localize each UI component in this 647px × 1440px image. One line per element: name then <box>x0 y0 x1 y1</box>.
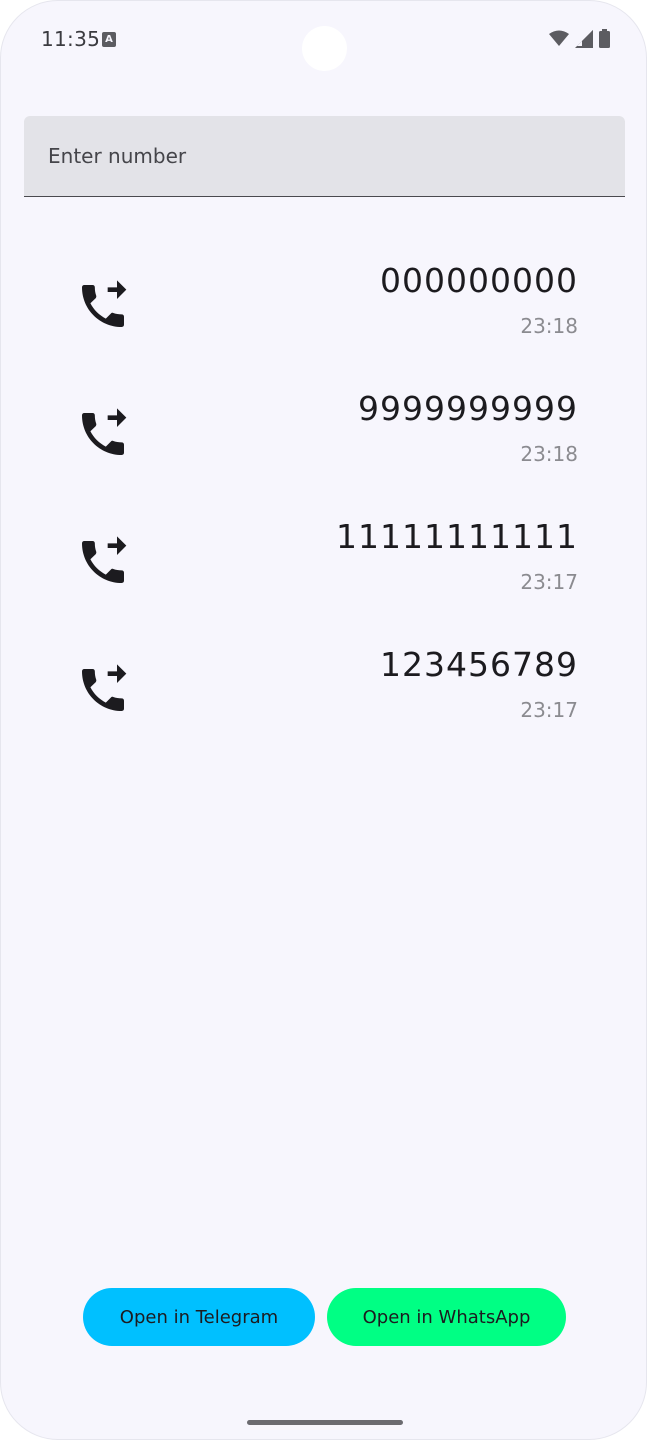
open-in-whatsapp-button[interactable]: Open in WhatsApp <box>327 1288 566 1346</box>
status-time: 11:35 <box>41 27 101 51</box>
call-list-item[interactable]: 123456789 23:17 <box>1 635 646 763</box>
call-number: 000000000 <box>380 261 578 300</box>
call-list-item[interactable]: 000000000 23:18 <box>1 251 646 379</box>
call-list-item[interactable]: 11111111111 23:17 <box>1 507 646 635</box>
call-number: 123456789 <box>380 645 578 684</box>
call-list-item[interactable]: 9999999999 23:18 <box>1 379 646 507</box>
status-icons <box>549 29 610 48</box>
call-time: 23:17 <box>520 698 578 722</box>
call-number: 9999999999 <box>358 389 578 428</box>
open-in-telegram-button[interactable]: Open in Telegram <box>83 1288 315 1346</box>
battery-icon <box>599 29 610 48</box>
outgoing-call-icon <box>75 534 131 590</box>
number-input-field[interactable] <box>24 116 625 197</box>
home-indicator[interactable] <box>247 1420 403 1425</box>
outgoing-call-icon <box>75 406 131 462</box>
call-time: 23:18 <box>520 314 578 338</box>
number-input[interactable] <box>24 116 625 196</box>
phone-screen: 11:35 A 000000000 23:18 9999999999 23:18 111… <box>0 0 647 1440</box>
call-number: 11111111111 <box>336 517 578 556</box>
outgoing-call-icon <box>75 662 131 718</box>
outgoing-call-icon <box>75 278 131 334</box>
call-time: 23:17 <box>520 570 578 594</box>
notification-icon: A <box>102 32 116 47</box>
wifi-icon <box>549 30 569 46</box>
call-time: 23:18 <box>520 442 578 466</box>
call-list: 000000000 23:18 9999999999 23:18 11111111111… <box>1 251 646 763</box>
signal-icon <box>575 29 593 48</box>
camera-cutout <box>302 26 347 71</box>
